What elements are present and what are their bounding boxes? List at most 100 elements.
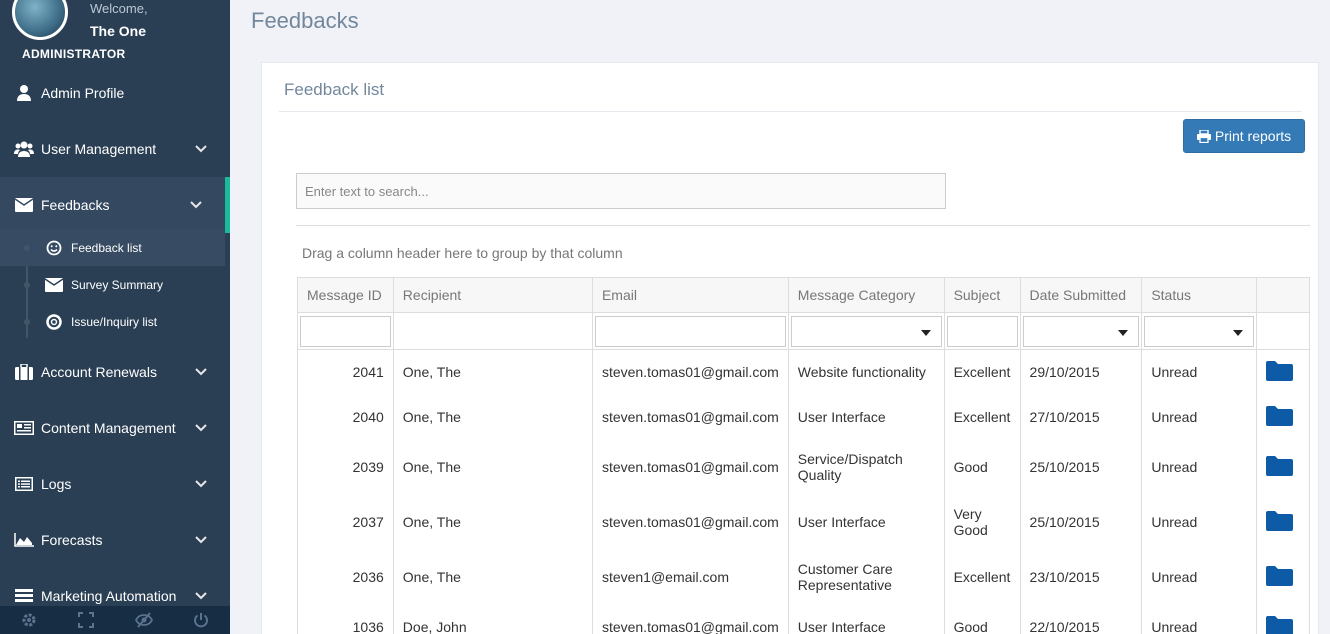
chevron-down-icon <box>195 480 207 488</box>
nav-user-management[interactable]: User Management <box>0 121 230 177</box>
nav-content-management[interactable]: Content Management <box>0 400 230 456</box>
group-panel-hint: Drag a column header here to group by th… <box>302 245 623 261</box>
cell-recipient: One, The <box>392 394 593 440</box>
cell-date-submitted: 29/10/2015 <box>1019 349 1143 395</box>
subnav-feedback-list[interactable]: Feedback list <box>0 229 225 266</box>
cell-status: Unread <box>1141 549 1257 605</box>
cell-date-submitted: 25/10/2015 <box>1019 439 1143 495</box>
fullscreen-icon[interactable] <box>76 610 96 630</box>
subnav-label: Issue/Inquiry list <box>71 314 158 329</box>
avatar[interactable] <box>12 0 68 40</box>
cell-subject: Very Good <box>943 494 1021 550</box>
filter-row <box>297 312 1310 350</box>
print-icon <box>1196 129 1211 143</box>
nav-forecasts[interactable]: Forecasts <box>0 512 230 568</box>
cell-recipient: One, The <box>392 349 593 395</box>
subnav-survey-summary[interactable]: Survey Summary <box>0 266 225 303</box>
cell-message-id: 2037 <box>297 494 394 550</box>
folder-icon[interactable] <box>1266 360 1293 382</box>
filter-email[interactable] <box>594 315 786 347</box>
table-row[interactable]: 2037 One, The steven.tomas01@gmail.com U… <box>297 494 1310 550</box>
cell-date-submitted: 22/10/2015 <box>1019 604 1143 634</box>
column-header-message-id[interactable]: Message ID <box>297 277 394 313</box>
cell-subject: Good <box>943 439 1021 495</box>
cell-status: Unread <box>1141 604 1257 634</box>
cell-status: Unread <box>1141 494 1257 550</box>
cell-email: steven.tomas01@gmail.com <box>591 394 789 440</box>
nav-logs[interactable]: Logs <box>0 456 230 512</box>
filter-message-id[interactable] <box>300 315 391 347</box>
eye-slash-icon[interactable] <box>134 610 154 630</box>
cell-subject: Excellent <box>943 394 1021 440</box>
table-row[interactable]: 2039 One, The steven.tomas01@gmail.com S… <box>297 439 1310 495</box>
chevron-down-icon <box>195 592 207 600</box>
print-reports-button[interactable]: Print reports <box>1183 119 1305 153</box>
lifebuoy-icon <box>45 313 63 330</box>
nav-label: Admin Profile <box>41 85 125 101</box>
table-row[interactable]: 2041 One, The steven.tomas01@gmail.com W… <box>297 349 1310 395</box>
user-icon <box>14 84 34 102</box>
cell-message-id: 2036 <box>297 549 394 605</box>
list-icon <box>14 475 34 493</box>
cell-recipient: One, The <box>392 549 593 605</box>
feedback-panel: Feedback list Print reports Drag a colum… <box>261 62 1319 634</box>
column-header-email[interactable]: Email <box>591 277 789 313</box>
cell-date-submitted: 23/10/2015 <box>1019 549 1143 605</box>
chevron-down-icon <box>195 145 207 153</box>
user-role: ADMINISTRATOR <box>22 47 126 61</box>
column-header-subject[interactable]: Subject <box>943 277 1021 313</box>
cell-subject: Good <box>943 604 1021 634</box>
filter-date-submitted[interactable] <box>1022 315 1140 347</box>
cell-email: steven.tomas01@gmail.com <box>591 494 789 550</box>
chevron-down-icon <box>195 536 207 544</box>
username: The One <box>90 23 147 39</box>
gear-icon[interactable] <box>19 610 39 630</box>
envelope-icon <box>45 277 63 293</box>
search-input[interactable] <box>296 173 946 209</box>
cell-message-category: Website functionality <box>787 349 945 395</box>
cell-email: steven.tomas01@gmail.com <box>591 349 789 395</box>
table-row[interactable]: 2040 One, The steven.tomas01@gmail.com U… <box>297 394 1310 440</box>
folder-icon[interactable] <box>1266 565 1293 586</box>
cell-message-category: Service/Dispatch Quality <box>787 439 945 495</box>
folder-icon[interactable] <box>1266 615 1293 634</box>
sidebar-footer <box>0 606 230 634</box>
submenu-dot <box>24 244 30 251</box>
divider <box>279 111 1302 112</box>
smile-icon <box>45 240 63 256</box>
filter-message-category[interactable] <box>790 315 942 347</box>
column-header-message-category[interactable]: Message Category <box>787 277 945 313</box>
folder-icon[interactable] <box>1266 405 1293 426</box>
table-row[interactable]: 1036 Doe, John steven.tomas01@gmail.com … <box>297 604 1310 634</box>
cell-subject: Excellent <box>943 349 1021 395</box>
cell-message-id: 2039 <box>297 439 394 495</box>
subnav-issue-inquiry-list[interactable]: Issue/Inquiry list <box>0 303 225 340</box>
folder-icon[interactable] <box>1266 510 1293 531</box>
nav-label: Account Renewals <box>41 364 157 380</box>
nav-label: Marketing Automation <box>41 588 177 604</box>
nav-feedbacks[interactable]: Feedbacks <box>0 177 230 233</box>
chevron-down-icon <box>195 424 207 432</box>
column-header-actions <box>1256 277 1310 313</box>
sidebar: Welcome, The One ADMINISTRATOR Admin Pro… <box>0 0 230 634</box>
chevron-down-icon <box>190 201 202 209</box>
caret-down-icon <box>1118 329 1129 336</box>
cell-date-submitted: 25/10/2015 <box>1019 494 1143 550</box>
cell-recipient: One, The <box>392 439 593 495</box>
submenu-dot <box>24 281 30 288</box>
filter-subject[interactable] <box>946 315 1018 347</box>
power-icon[interactable] <box>191 610 211 630</box>
folder-icon[interactable] <box>1266 455 1293 476</box>
column-header-date-submitted[interactable]: Date Submitted <box>1019 277 1143 313</box>
column-header-status[interactable]: Status <box>1141 277 1257 313</box>
cell-status: Unread <box>1141 394 1257 440</box>
cell-status: Unread <box>1141 349 1257 395</box>
feedback-table: Message ID Recipient Email Message Categ… <box>297 277 1310 634</box>
nav-admin-profile[interactable]: Admin Profile <box>0 65 230 121</box>
filter-status[interactable] <box>1144 315 1254 347</box>
nav-account-renewals[interactable]: Account Renewals <box>0 344 230 400</box>
table-row[interactable]: 2036 One, The steven1@email.com Customer… <box>297 549 1310 605</box>
column-header-recipient[interactable]: Recipient <box>392 277 593 313</box>
newspaper-icon <box>14 419 34 437</box>
page-title: Feedbacks <box>251 8 359 33</box>
